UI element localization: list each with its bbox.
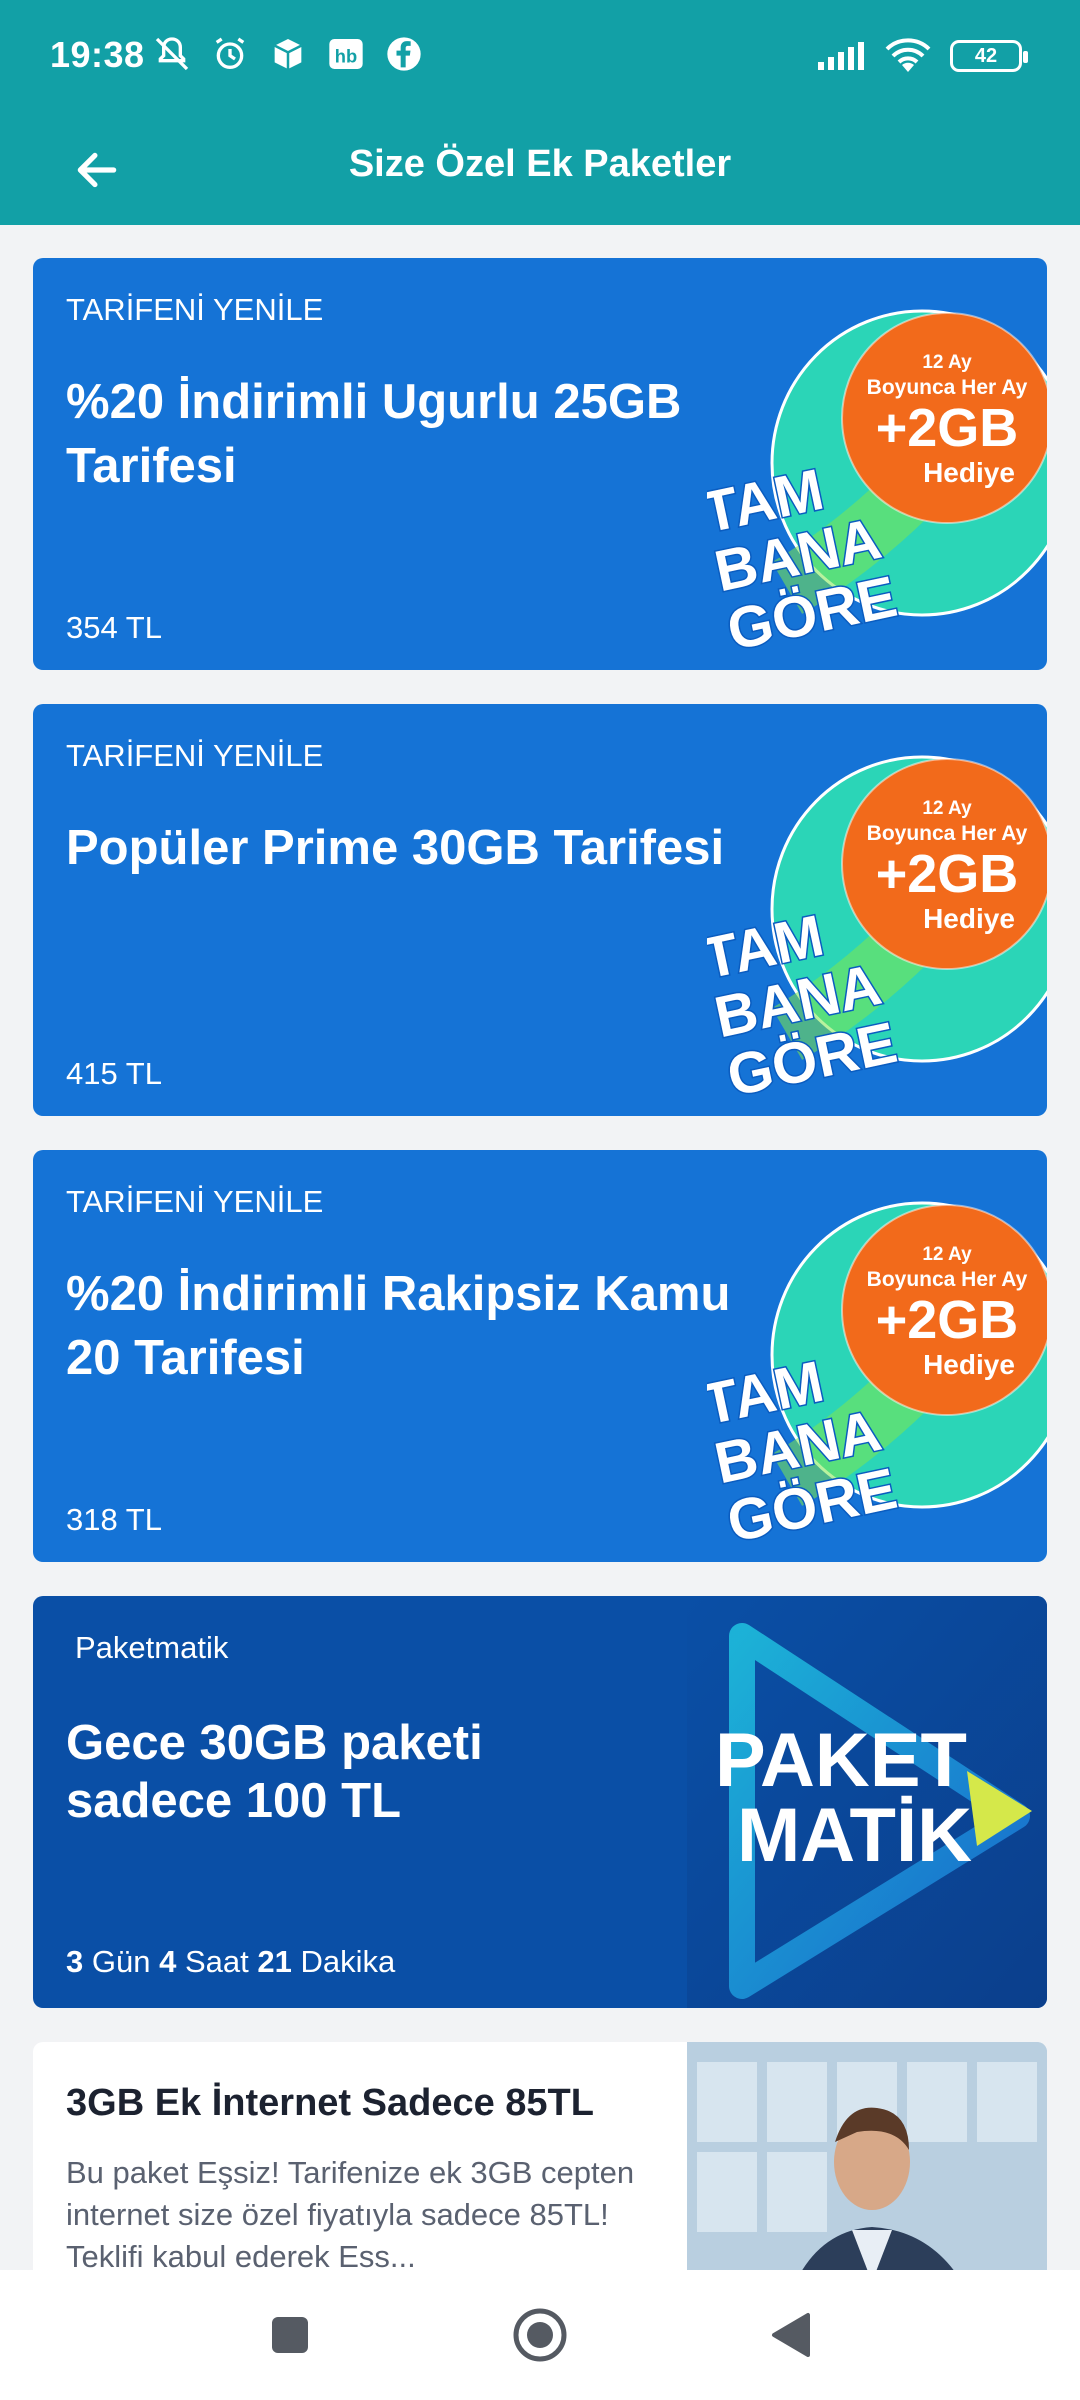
paketmatik-logo-image: PAKET MATİK — [687, 1596, 1047, 2008]
battery-icon: 42 — [950, 40, 1028, 72]
tam-bana-gore-badge-image: 12 Ay Boyunca Her Ay +2GB Hediye TAM BAN… — [707, 755, 1047, 1111]
recents-icon — [272, 2317, 308, 2353]
home-button[interactable] — [500, 2295, 580, 2375]
tariff-card[interactable]: TARİFENİ YENİLE %20 İndirimli Rakipsiz K… — [33, 1150, 1047, 1562]
status-bar: 19:38 hb 42 — [0, 0, 1080, 115]
tam-bana-gore-badge-image: 12 Ay Boyunca Her Ay +2GB Hediye TAM BAN… — [707, 309, 1047, 665]
badge-line2: Boyunca Her Ay — [867, 1268, 1028, 1291]
paketmatik-logo-line1: PAKET — [715, 1718, 967, 1803]
status-notification-icons: hb — [152, 34, 424, 74]
recents-button[interactable] — [250, 2295, 330, 2375]
card-eyebrow: Paketmatik — [75, 1630, 229, 1665]
businessman-photo-image — [687, 2042, 1047, 2270]
timer-minutes: 21 — [257, 1944, 292, 1979]
badge-amount: +2GB — [876, 844, 1019, 904]
status-system-icons: 42 — [816, 38, 1028, 74]
paketmatik-logo-line2: MATİK — [737, 1793, 972, 1878]
battery-level: 42 — [974, 44, 998, 67]
tam-bana-gore-badge-image: 12 Ay Boyunca Her Ay +2GB Hediye TAM BAN… — [707, 1201, 1047, 1557]
card-title: %20 İndirimli Ugurlu 25GB Tarifesi — [66, 375, 682, 493]
timer-days-label: Gün — [91, 1944, 151, 1979]
card-price: 415 TL — [66, 1056, 162, 1091]
signal-icon — [818, 42, 864, 70]
badge-line1: 12 Ay — [922, 798, 972, 819]
badge-line2: Boyunca Her Ay — [867, 376, 1028, 399]
badge-amount: +2GB — [876, 398, 1019, 458]
app-root: 19:38 hb 42 Size Özel Ek Paketler TARİFE… — [0, 0, 1080, 2400]
card-price: 354 TL — [66, 610, 162, 645]
status-time: 19:38 — [50, 34, 145, 75]
system-navigation-bar — [0, 2270, 1080, 2400]
badge-line3: Hediye — [923, 1349, 1015, 1380]
card-title: Popüler Prime 30GB Tarifesi — [66, 821, 725, 875]
timer-hours-label: Saat — [184, 1944, 249, 1979]
card-title: Gece 30GB paketi sadece 100 TL — [66, 1716, 483, 1828]
package-list[interactable]: TARİFENİ YENİLE %20 İndirimli Ugurlu 25G… — [0, 225, 1080, 2270]
card-title: %20 İndirimli Rakipsiz Kamu 20 Tarifesi — [66, 1267, 731, 1385]
badge-amount: +2GB — [876, 1290, 1019, 1350]
facebook-icon — [387, 37, 421, 71]
mute-icon — [155, 37, 189, 71]
countdown-timer: 3 Gün 4 Saat 21 Dakika — [66, 1944, 395, 1980]
extra-internet-card[interactable]: 3GB Ek İnternet Sadece 85TL Bu paket Eşs… — [33, 2042, 1047, 2270]
badge-line2: Boyunca Her Ay — [867, 822, 1028, 845]
paketmatik-card[interactable]: Paketmatik Gece 30GB paketi sadece 100 T… — [33, 1596, 1047, 2008]
card-eyebrow: TARİFENİ YENİLE — [66, 1184, 324, 1219]
hb-icon: hb — [329, 39, 363, 69]
card-eyebrow: TARİFENİ YENİLE — [66, 292, 324, 327]
badge-line3: Hediye — [923, 903, 1015, 934]
badge-line1: 12 Ay — [922, 1244, 972, 1265]
card-description: Bu paket Eşsiz! Tarifenize ek 3GB cepten… — [66, 2155, 635, 2270]
system-back-button[interactable] — [750, 2295, 830, 2375]
tariff-card[interactable]: TARİFENİ YENİLE %20 İndirimli Ugurlu 25G… — [33, 258, 1047, 670]
timer-minutes-label: Dakika — [300, 1944, 396, 1979]
timer-days: 3 — [66, 1944, 84, 1979]
card-title: 3GB Ek İnternet Sadece 85TL — [66, 2082, 594, 2124]
back-icon — [772, 2313, 810, 2357]
home-icon — [513, 2308, 567, 2362]
badge-line3: Hediye — [923, 457, 1015, 488]
app-header: Size Özel Ek Paketler — [0, 115, 1080, 225]
timer-hours: 4 — [159, 1944, 177, 1979]
tariff-card[interactable]: TARİFENİ YENİLE Popüler Prime 30GB Tarif… — [33, 704, 1047, 1116]
card-price: 318 TL — [66, 1502, 162, 1537]
badge-line1: 12 Ay — [922, 352, 972, 373]
package-icon — [274, 39, 302, 69]
card-eyebrow: TARİFENİ YENİLE — [66, 738, 324, 773]
alarm-icon — [215, 37, 245, 69]
svg-text:hb: hb — [335, 45, 357, 66]
page-title: Size Özel Ek Paketler — [348, 143, 732, 185]
wifi-icon — [885, 38, 931, 72]
